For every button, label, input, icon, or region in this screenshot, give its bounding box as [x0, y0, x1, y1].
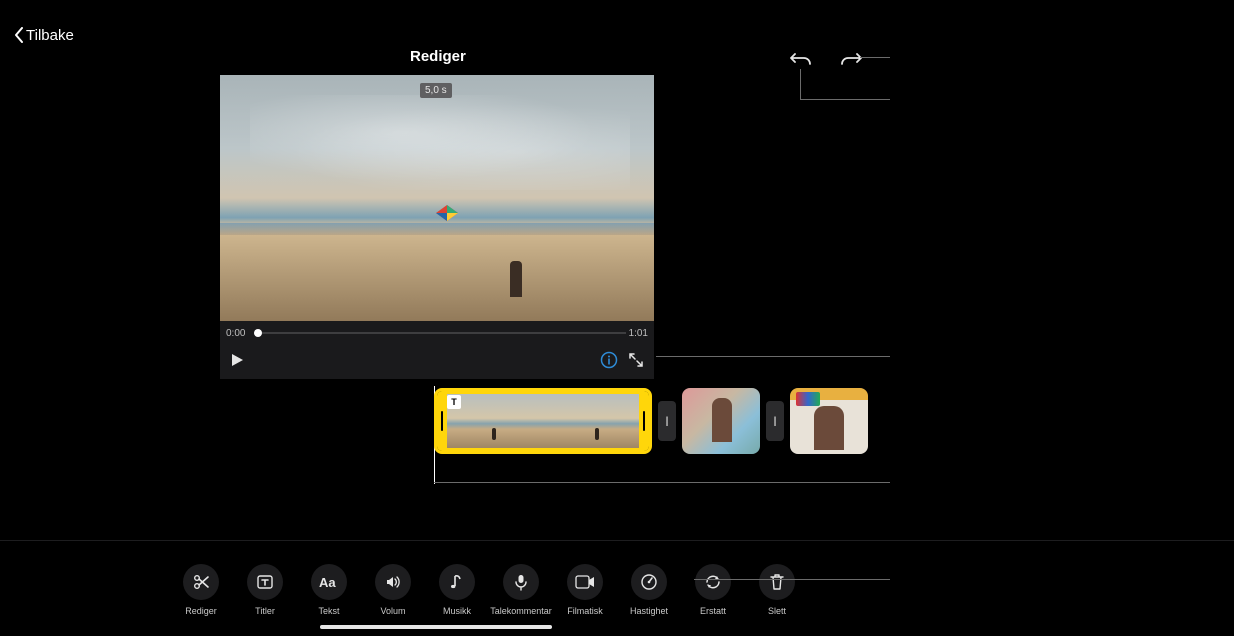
tool-label: Hastighet: [630, 606, 668, 616]
chevron-left-icon: [14, 27, 24, 43]
tool-label: Tekst: [318, 606, 339, 616]
film-icon: [575, 575, 595, 589]
tool-music-button[interactable]: [439, 564, 475, 600]
preview-artwork: [220, 235, 654, 321]
text-icon: Aa: [319, 575, 339, 589]
timeline-clip[interactable]: [682, 388, 760, 454]
play-button[interactable]: [230, 353, 244, 372]
preview-artwork: [434, 203, 460, 229]
title-icon: [256, 573, 274, 591]
fullscreen-button[interactable]: [628, 352, 644, 373]
clip-thumbnail: [790, 388, 868, 454]
mic-icon: [513, 573, 529, 591]
preview-artwork: [250, 95, 630, 190]
redo-button[interactable]: [838, 46, 864, 72]
tool-label: Musikk: [443, 606, 471, 616]
expand-icon: [628, 352, 644, 368]
transition-button[interactable]: |: [658, 401, 676, 441]
undo-icon: [790, 50, 812, 68]
tool-edit-button[interactable]: [183, 564, 219, 600]
callout-line: [656, 356, 890, 357]
back-label: Tilbake: [26, 27, 74, 44]
tool-speed-button[interactable]: [631, 564, 667, 600]
tool-label: Talekommentar: [490, 606, 552, 616]
time-current: 0:00: [226, 328, 245, 339]
callout-line: [860, 57, 890, 58]
clip-thumbnail: [682, 388, 760, 454]
info-icon: [600, 351, 618, 369]
play-icon: [230, 353, 244, 367]
tool-replace-button[interactable]: [695, 564, 731, 600]
callout-line: [800, 69, 801, 99]
svg-text:Aa: Aa: [319, 575, 336, 589]
preview-artwork: [510, 261, 522, 297]
trim-handle-right[interactable]: [639, 391, 649, 451]
timeline-clip[interactable]: T: [434, 388, 652, 454]
page-title: Rediger: [410, 48, 466, 65]
time-total: 1:01: [629, 328, 648, 339]
speaker-icon: [384, 573, 402, 591]
info-button[interactable]: [600, 351, 618, 374]
tool-text-button[interactable]: Aa: [311, 564, 347, 600]
tool-label: Titler: [255, 606, 275, 616]
tool-volume-button[interactable]: [375, 564, 411, 600]
tool-label: Erstatt: [700, 606, 726, 616]
timeline-clip[interactable]: [790, 388, 868, 454]
callout-line: [694, 579, 890, 580]
video-preview[interactable]: 5,0 s: [220, 75, 654, 321]
back-button[interactable]: Tilbake: [14, 27, 74, 44]
tool-label: Filmatisk: [567, 606, 603, 616]
trim-handle-left[interactable]: [437, 391, 447, 451]
note-icon: [449, 573, 465, 591]
edit-toolbar: Rediger Titler Aa Tekst Volum Musikk Tal…: [180, 564, 798, 616]
clip-thumbnail: [440, 394, 646, 448]
tool-voiceover-button[interactable]: [503, 564, 539, 600]
cycle-icon: [704, 573, 722, 591]
undo-button[interactable]: [788, 46, 814, 72]
scrubber-thumb[interactable]: [254, 329, 262, 337]
redo-icon: [840, 50, 862, 68]
timeline[interactable]: T | |: [434, 388, 868, 454]
scissors-icon: [192, 573, 210, 591]
trash-icon: [769, 573, 785, 591]
home-indicator: [320, 625, 552, 629]
callout-line: [800, 99, 890, 100]
tool-label: Rediger: [185, 606, 217, 616]
tool-label: Slett: [768, 606, 786, 616]
clip-duration-badge: 5,0 s: [420, 83, 452, 98]
scrubber[interactable]: 0:00 1:01: [220, 321, 654, 345]
tool-delete-button[interactable]: [759, 564, 795, 600]
tool-cinematic-button[interactable]: [567, 564, 603, 600]
gauge-icon: [640, 573, 658, 591]
callout-line: [434, 482, 890, 483]
scrubber-track[interactable]: [254, 332, 626, 334]
tool-titles-button[interactable]: [247, 564, 283, 600]
tool-label: Volum: [380, 606, 405, 616]
title-indicator: T: [447, 395, 461, 409]
separator: [0, 540, 1234, 541]
transition-button[interactable]: |: [766, 401, 784, 441]
